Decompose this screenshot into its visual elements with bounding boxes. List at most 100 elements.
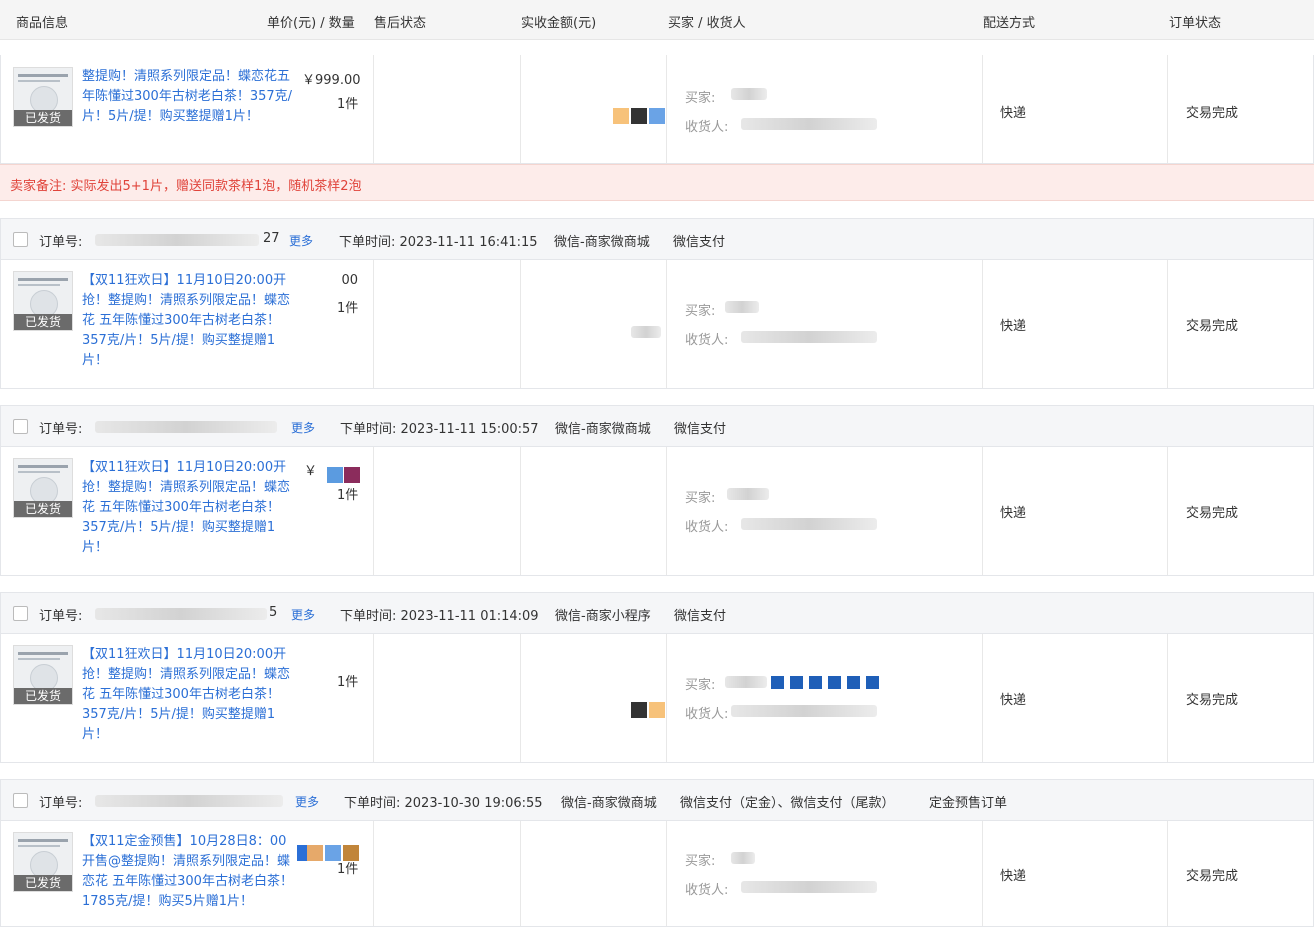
receiver-label: 收货人: bbox=[685, 120, 729, 135]
payment-method: 微信支付 bbox=[674, 422, 727, 437]
product-thumbnail[interactable]: 已发货 bbox=[13, 67, 73, 127]
col-price-qty: 单价(元) / 数量 bbox=[267, 16, 355, 31]
redacted-order-no bbox=[95, 234, 259, 246]
redacted-buyer bbox=[725, 301, 759, 313]
order-status: 交易完成 bbox=[1186, 869, 1239, 884]
order-channel: 微信-商家微商城 bbox=[555, 422, 651, 437]
payment-method: 微信支付 bbox=[673, 235, 726, 250]
redacted-order-no bbox=[95, 795, 283, 807]
more-link[interactable]: 更多 bbox=[289, 232, 313, 249]
delivery-method: 快递 bbox=[1000, 106, 1027, 121]
order-time: 下单时间: 2023-11-11 01:14:09 bbox=[340, 609, 539, 624]
more-link[interactable]: 更多 bbox=[295, 793, 319, 810]
quantity: 1件 bbox=[337, 488, 359, 503]
shipped-badge: 已发货 bbox=[14, 501, 72, 517]
product-title-link[interactable]: 【双11狂欢日】11月10日20:00开抢！整提购！清照系列限定品！蝶恋花 五年… bbox=[82, 645, 297, 745]
product-thumbnail[interactable]: 已发货 bbox=[13, 645, 73, 705]
payment-method: 微信支付（定金）、微信支付（尾款） bbox=[680, 796, 895, 811]
col-delivery: 配送方式 bbox=[983, 16, 1036, 31]
redacted-buyer bbox=[731, 852, 755, 864]
buyer-label: 买家: bbox=[685, 491, 716, 506]
receiver-label: 收货人: bbox=[685, 883, 729, 898]
delivery-method: 快递 bbox=[1000, 506, 1027, 521]
seller-remark: 卖家备注: 实际发出5+1片，赠送同款茶样1泡，随机茶样2泡 bbox=[0, 164, 1314, 201]
order-no-label: 订单号: bbox=[39, 422, 83, 437]
receiver-label: 收货人: bbox=[685, 333, 729, 348]
presale-tag: 定金预售订单 bbox=[929, 796, 1008, 811]
shipped-badge: 已发货 bbox=[14, 875, 72, 891]
order-no-label: 订单号: bbox=[39, 235, 83, 250]
quantity: 1件 bbox=[337, 862, 359, 877]
product-title-link[interactable]: 【双11狂欢日】11月10日20:00开抢！整提购！清照系列限定品！蝶恋花 五年… bbox=[82, 271, 297, 371]
receiver-label: 收货人: bbox=[685, 707, 729, 722]
delivery-method: 快递 bbox=[1000, 693, 1027, 708]
order-channel: 微信-商家微商城 bbox=[561, 796, 657, 811]
order-no-tail: 5 bbox=[269, 605, 278, 620]
col-status: 订单状态 bbox=[1169, 16, 1222, 31]
redacted-amount bbox=[631, 702, 647, 718]
order-body: 已发货 【双11定金预售】10月28日8：00开售@整提购！清照系列限定品！蝶恋… bbox=[0, 821, 1314, 927]
redacted-order-no bbox=[95, 608, 267, 620]
order-no-tail: 27 bbox=[263, 231, 280, 246]
col-buyer: 买家 / 收货人 bbox=[668, 16, 746, 31]
order-header: 订单号: 更多 下单时间: 2023-11-11 15:00:57 微信-商家微… bbox=[0, 405, 1314, 447]
product-thumbnail[interactable]: 已发货 bbox=[13, 271, 73, 331]
redacted-amount bbox=[631, 326, 661, 338]
order-body: 已发货 【双11狂欢日】11月10日20:00开抢！整提购！清照系列限定品！蝶恋… bbox=[0, 260, 1314, 389]
payment-method: 微信支付 bbox=[674, 609, 727, 624]
product-thumbnail[interactable]: 已发货 bbox=[13, 458, 73, 518]
shipped-badge: 已发货 bbox=[14, 688, 72, 704]
order-status: 交易完成 bbox=[1186, 319, 1239, 334]
order-checkbox[interactable] bbox=[13, 793, 28, 808]
product-thumbnail[interactable]: 已发货 bbox=[13, 832, 73, 892]
redacted-receiver bbox=[741, 881, 877, 893]
buyer-label: 买家: bbox=[685, 678, 716, 693]
redacted-receiver bbox=[741, 331, 877, 343]
order-checkbox[interactable] bbox=[13, 232, 28, 247]
redacted-receiver bbox=[741, 118, 877, 130]
col-after-sale: 售后状态 bbox=[374, 16, 427, 31]
unit-price: ￥999.00 bbox=[302, 73, 361, 88]
unit-price: ￥ bbox=[303, 464, 317, 479]
order-body: 已发货 【双11狂欢日】11月10日20:00开抢！整提购！清照系列限定品！蝶恋… bbox=[0, 634, 1314, 763]
order-status: 交易完成 bbox=[1186, 506, 1239, 521]
col-product: 商品信息 bbox=[16, 16, 69, 31]
redacted-buyer bbox=[727, 488, 769, 500]
shipped-badge: 已发货 bbox=[14, 110, 72, 126]
buyer-label: 买家: bbox=[685, 304, 716, 319]
more-link[interactable]: 更多 bbox=[291, 419, 315, 436]
receiver-label: 收货人: bbox=[685, 520, 729, 535]
order-body: 已发货 【双11狂欢日】11月10日20:00开抢！整提购！清照系列限定品！蝶恋… bbox=[0, 447, 1314, 576]
order-status: 交易完成 bbox=[1186, 693, 1239, 708]
redacted-buyer bbox=[725, 676, 767, 688]
delivery-method: 快递 bbox=[1000, 319, 1027, 334]
redacted-receiver bbox=[741, 518, 877, 530]
quantity: 1件 bbox=[337, 675, 359, 690]
order-checkbox[interactable] bbox=[13, 419, 28, 434]
col-amount: 实收金额(元) bbox=[521, 16, 597, 31]
order-status: 交易完成 bbox=[1186, 106, 1239, 121]
unit-price: 00 bbox=[341, 273, 358, 288]
order-no-label: 订单号: bbox=[39, 796, 83, 811]
order-header: 订单号: 更多 下单时间: 2023-10-30 19:06:55 微信-商家微… bbox=[0, 779, 1314, 821]
delivery-method: 快递 bbox=[1000, 869, 1027, 884]
product-title-link[interactable]: 整提购！清照系列限定品！蝶恋花五年陈懂过300年古树老白茶！357克/片！5片/… bbox=[82, 67, 297, 127]
table-header: 商品信息 单价(元) / 数量 售后状态 实收金额(元) 买家 / 收货人 配送… bbox=[0, 0, 1314, 40]
redacted-amount bbox=[613, 108, 629, 124]
quantity: 1件 bbox=[337, 97, 359, 112]
order-header: 订单号: 27 更多 下单时间: 2023-11-11 16:41:15 微信-… bbox=[0, 218, 1314, 260]
order-time: 下单时间: 2023-11-11 15:00:57 bbox=[340, 422, 539, 437]
redacted-order-no bbox=[95, 421, 277, 433]
redacted-buyer bbox=[731, 88, 767, 100]
order-checkbox[interactable] bbox=[13, 606, 28, 621]
product-title-link[interactable]: 【双11定金预售】10月28日8：00开售@整提购！清照系列限定品！蝶恋花 五年… bbox=[82, 832, 297, 912]
order-no-label: 订单号: bbox=[39, 609, 83, 624]
buyer-label: 买家: bbox=[685, 854, 716, 869]
redacted-receiver bbox=[731, 705, 877, 717]
buyer-label: 买家: bbox=[685, 91, 716, 106]
order-channel: 微信-商家微商城 bbox=[554, 235, 650, 250]
seller-remark-text: 卖家备注: 实际发出5+1片，赠送同款茶样1泡，随机茶样2泡 bbox=[10, 179, 362, 194]
order-body: 已发货 整提购！清照系列限定品！蝶恋花五年陈懂过300年古树老白茶！357克/片… bbox=[0, 55, 1314, 164]
quantity: 1件 bbox=[337, 301, 359, 316]
more-link[interactable]: 更多 bbox=[291, 606, 315, 623]
